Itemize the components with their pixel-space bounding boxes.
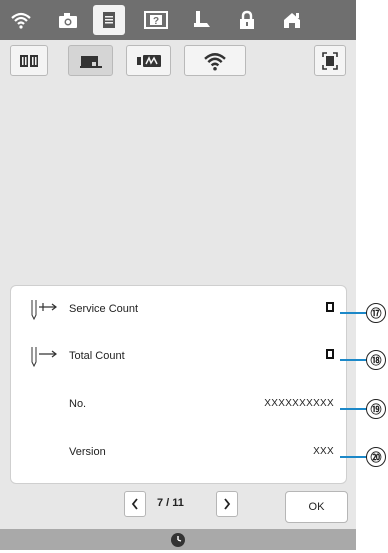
wifi-icon[interactable]: [5, 6, 37, 34]
needle-arrow-icon: [29, 297, 59, 328]
top-toolbar: ?: [0, 0, 356, 40]
service-count-value: [326, 302, 334, 312]
callout-line: [340, 359, 368, 361]
ok-button[interactable]: OK: [285, 491, 348, 523]
wifi-icon: [204, 52, 226, 71]
camera-icon[interactable]: [52, 6, 84, 34]
callout-17: ⑰: [366, 303, 386, 323]
version-label: Version: [69, 446, 106, 458]
embroidery-icon: [136, 54, 161, 67]
sewing-machine-icon: [79, 55, 102, 68]
callout-18: ⑱: [366, 350, 386, 370]
screenshot-button[interactable]: [314, 45, 346, 76]
next-page-button[interactable]: [216, 491, 238, 517]
book-icon: [20, 54, 38, 67]
tab-network-settings[interactable]: [184, 45, 246, 76]
previous-page-button[interactable]: [124, 491, 146, 517]
version-value: XXX: [313, 446, 334, 457]
callout-line: [340, 408, 368, 410]
lock-icon[interactable]: [231, 6, 263, 34]
serial-number-label: No.: [69, 398, 87, 410]
needle-arrow-icon: [29, 344, 59, 375]
chevron-left-icon: [131, 498, 138, 510]
presser-foot-icon[interactable]: [186, 6, 218, 34]
callout-line: [340, 456, 368, 458]
help-icon[interactable]: ?: [140, 6, 172, 34]
callout-20: ⑳: [366, 447, 386, 467]
home-icon[interactable]: [276, 6, 308, 34]
tab-manual[interactable]: [10, 45, 48, 76]
serial-number-row: No. XXXXXXXXXX: [11, 386, 348, 426]
machine-screen: ? Service Count Total Count No. XXXXXXXX…: [0, 0, 356, 550]
serial-number-value: XXXXXXXXXX: [264, 398, 334, 409]
tab-sewing-settings[interactable]: [68, 45, 113, 76]
machine-info-panel: Service Count Total Count No. XXXXXXXXXX…: [10, 285, 347, 484]
screenshot-icon: [322, 51, 338, 70]
callout-line: [340, 312, 368, 314]
svg-text:?: ?: [153, 16, 159, 27]
tab-embroidery-settings[interactable]: [126, 45, 171, 76]
service-count-row: Service Count: [11, 291, 348, 331]
version-row: Version XXX: [11, 434, 348, 474]
total-count-row: Total Count: [11, 338, 348, 378]
total-count-label: Total Count: [69, 350, 125, 362]
total-count-value: [326, 349, 334, 359]
chevron-right-icon: [224, 498, 231, 510]
page-indicator: 7 / 11: [157, 497, 184, 509]
callout-19: ⑲: [366, 399, 386, 419]
service-count-label: Service Count: [69, 303, 139, 315]
document-icon[interactable]: [93, 5, 125, 35]
